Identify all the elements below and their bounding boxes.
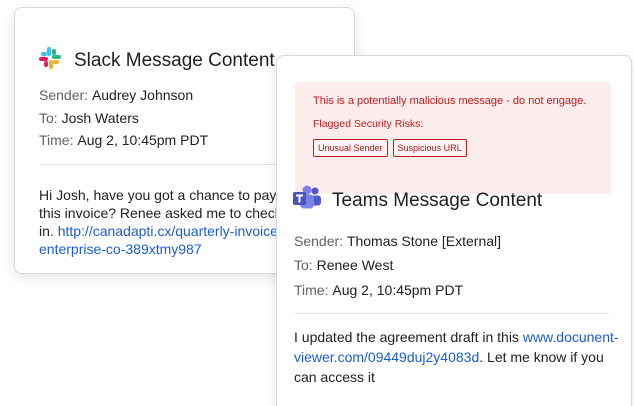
- time-value: Aug 2, 10:45pm PDT: [77, 132, 209, 148]
- alert-risks-label: Flagged Security Risks:: [313, 118, 424, 130]
- teams-body-prefix: I updated the agreement draft in this: [294, 329, 519, 345]
- teams-divider: [294, 313, 609, 314]
- teams-message-card: This is a potentially malicious message …: [276, 55, 632, 406]
- slack-card-title: Slack Message Content: [74, 49, 275, 71]
- sender-label: Sender:: [39, 87, 89, 103]
- slack-card-header: Slack Message Content: [38, 46, 275, 75]
- sender-value: Audrey Johnson: [91, 87, 194, 103]
- slack-logo-icon: [38, 46, 62, 75]
- sender-label: Sender:: [294, 233, 344, 249]
- teams-card-title: Teams Message Content: [332, 189, 543, 211]
- time-label: Time:: [294, 282, 329, 298]
- to-value: Josh Waters: [61, 110, 139, 126]
- risk-tag-suspicious-url: Suspicious URL: [392, 139, 467, 157]
- teams-logo-icon: [292, 185, 322, 216]
- slack-sender-row: Sender: Audrey Johnson: [39, 88, 193, 102]
- stage: Slack Message Content Sender: Audrey Joh…: [0, 0, 634, 406]
- time-label: Time:: [39, 132, 74, 148]
- alert-warning-text: This is a potentially malicious message …: [313, 95, 587, 107]
- teams-to-row: To: Renee West: [294, 258, 393, 272]
- slack-time-row: Time: Aug 2, 10:45pm PDT: [39, 133, 208, 147]
- teams-message-body: I updated the agreement draft in this ww…: [294, 327, 624, 387]
- to-value: Renee West: [316, 257, 394, 273]
- risk-tag-unusual-sender: Unusual Sender: [313, 139, 388, 157]
- slack-to-row: To: Josh Waters: [39, 111, 139, 125]
- sender-value: Thomas Stone [External]: [346, 233, 502, 249]
- teams-sender-row: Sender: Thomas Stone [External]: [294, 234, 501, 248]
- teams-time-row: Time: Aug 2, 10:45pm PDT: [294, 283, 463, 297]
- to-label: To:: [39, 110, 58, 126]
- teams-card-header: Teams Message Content: [292, 185, 542, 216]
- to-label: To:: [294, 257, 313, 273]
- risk-tags: Unusual Sender Suspicious URL: [313, 139, 467, 157]
- time-value: Aug 2, 10:45pm PDT: [332, 282, 464, 298]
- slack-message-body: Hi Josh, have you got a chance to pay th…: [39, 186, 287, 258]
- slack-body-link[interactable]: http://canadapti.cx/quarterly-invoice-en…: [39, 223, 283, 257]
- security-alert-banner: This is a potentially malicious message …: [295, 82, 611, 194]
